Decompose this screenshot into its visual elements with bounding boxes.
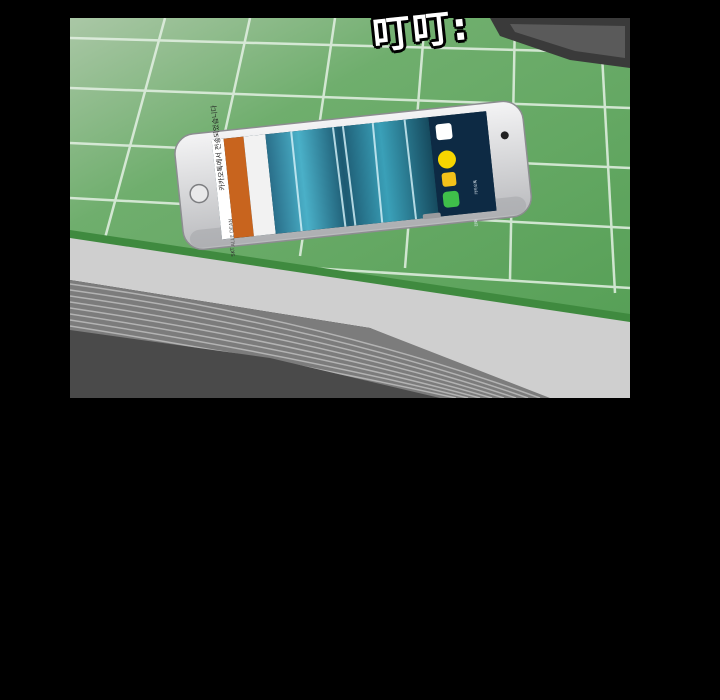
phone-app-icon	[442, 190, 460, 208]
sound-effect-text: 叮叮:	[369, 3, 472, 59]
panel-illustration	[70, 18, 630, 398]
comic-page: 카카오톡에서 전송되었습니다 ALLE DEAN SKT 카카오톡 전화 叮叮:	[0, 0, 720, 700]
comic-panel: 카카오톡에서 전송되었습니다 ALLE DEAN SKT 카카오톡 전화	[70, 18, 630, 398]
app-icon-grid	[435, 123, 453, 141]
